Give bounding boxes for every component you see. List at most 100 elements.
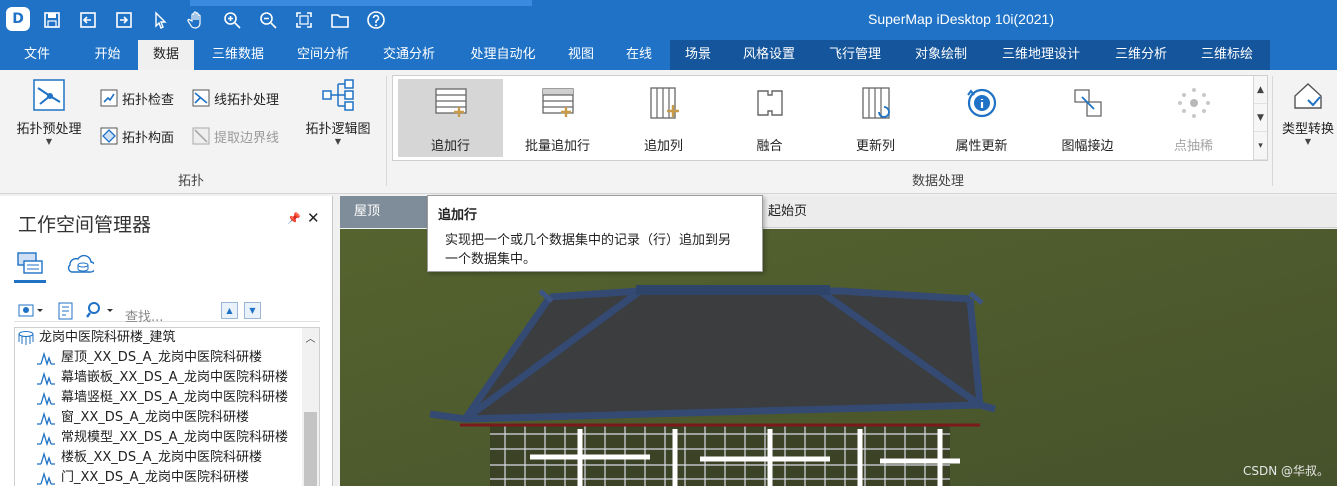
tab-spatial-analysis[interactable]: 空间分析 bbox=[284, 40, 362, 70]
panel-title: 工作空间管理器 bbox=[18, 214, 152, 236]
scroll-up-icon[interactable]: ︿ bbox=[302, 330, 319, 345]
update-column-icon bbox=[861, 87, 890, 119]
tree-root[interactable]: 龙岗中医院科研楼_建筑 bbox=[17, 328, 176, 348]
pan-hand-icon[interactable] bbox=[182, 6, 210, 34]
tab-file[interactable]: 文件 bbox=[8, 40, 66, 70]
menu-bar: 文件 开始 数据 三维数据 空间分析 交通分析 处理自动化 视图 在线 场景 风… bbox=[0, 40, 1337, 70]
topology-check-button[interactable]: 拓扑检查 bbox=[100, 87, 174, 109]
extract-boundary-button[interactable]: 提取边界线 bbox=[192, 125, 279, 147]
find-next-icon[interactable]: ▼ bbox=[244, 302, 261, 319]
title-bar: D SuperMap iDesktop 10i(2021) bbox=[0, 0, 1337, 40]
update-column-button[interactable]: 更新列 bbox=[823, 79, 928, 157]
data-processing-gallery: 追加行 批量追加行 追加列 融合 更新列 属性更新 图幅接边 点抽稀 ▲ ▼ ▾ bbox=[392, 75, 1268, 161]
tree-item[interactable]: 幕墙竖梃_XX_DS_A_龙岗中医院科研楼 bbox=[37, 388, 288, 408]
full-extent-icon[interactable] bbox=[290, 6, 318, 34]
model-dataset-icon bbox=[37, 431, 55, 446]
tooltip-line-2: 一个数据集中。 bbox=[445, 252, 537, 267]
help-icon[interactable] bbox=[362, 6, 390, 34]
tree-item[interactable]: 常规模型_XX_DS_A_龙岗中医院科研楼 bbox=[37, 428, 288, 448]
tab-object-drawing[interactable]: 对象绘制 bbox=[902, 40, 980, 70]
tooltip-line-1: 实现把一个或几个数据集中的记录（行）追加到另 bbox=[445, 233, 732, 248]
batch-append-row-button[interactable]: 批量追加行 bbox=[505, 79, 610, 157]
build-polygon-icon bbox=[100, 127, 118, 145]
group-label-data-processing: 数据处理 bbox=[912, 174, 965, 189]
tab-view[interactable]: 视图 bbox=[558, 40, 604, 70]
layer-view-icon[interactable] bbox=[18, 302, 44, 322]
topology-check-icon bbox=[100, 89, 118, 107]
tree-item[interactable]: 门_XX_DS_A_龙岗中医院科研楼 bbox=[37, 468, 249, 486]
logic-graph-icon bbox=[322, 79, 354, 111]
properties-icon[interactable] bbox=[57, 302, 75, 324]
tab-start-page[interactable]: 起始页 bbox=[754, 196, 821, 228]
gallery-expand-icon[interactable]: ▾ bbox=[1254, 132, 1267, 160]
scroll-thumb[interactable] bbox=[304, 412, 317, 486]
point-thinning-button[interactable]: 点抽稀 bbox=[1141, 79, 1246, 157]
tab-automation[interactable]: 处理自动化 bbox=[456, 40, 550, 70]
export-icon[interactable] bbox=[110, 6, 138, 34]
point-thinning-icon bbox=[1177, 88, 1210, 118]
pin-icon[interactable]: 📌 bbox=[287, 212, 301, 225]
open-folder-icon[interactable] bbox=[326, 6, 354, 34]
dissolve-icon bbox=[756, 90, 783, 116]
append-column-icon bbox=[649, 87, 679, 119]
append-row-icon bbox=[434, 88, 467, 117]
topology-preprocess-icon bbox=[33, 79, 65, 111]
tab-3d-data[interactable]: 三维数据 bbox=[200, 40, 276, 70]
tab-style-settings[interactable]: 风格设置 bbox=[730, 40, 808, 70]
dropdown-arrow-icon: ▼ bbox=[45, 137, 53, 146]
model-dataset-icon bbox=[37, 451, 55, 466]
append-row-button[interactable]: 追加行 bbox=[398, 79, 503, 157]
dissolve-button[interactable]: 融合 bbox=[717, 79, 822, 157]
model-dataset-icon bbox=[37, 371, 55, 386]
tab-3d-analysis[interactable]: 三维分析 bbox=[1102, 40, 1180, 70]
app-title: SuperMap iDesktop 10i(2021) bbox=[868, 11, 1054, 27]
workspace-manager-panel: 工作空间管理器 📌 ✕ 查找... ▲ ▼ 龙岗中医院科研楼_建筑 屋顶_XX_… bbox=[0, 196, 333, 486]
tree-scrollbar[interactable]: ︿ bbox=[302, 328, 319, 486]
append-row-tooltip: 追加行 实现把一个或几个数据集中的记录（行）追加到另 一个数据集中。 bbox=[427, 195, 763, 272]
database-tab-icon[interactable] bbox=[66, 251, 97, 281]
save-icon[interactable] bbox=[38, 6, 66, 34]
tree-item[interactable]: 屋顶_XX_DS_A_龙岗中医院科研楼 bbox=[37, 348, 262, 368]
tree-item[interactable]: 幕墙嵌板_XX_DS_A_龙岗中医院科研楼 bbox=[37, 368, 288, 388]
workspace-tab-icon[interactable] bbox=[16, 251, 44, 281]
tab-scene[interactable]: 场景 bbox=[674, 40, 722, 70]
gallery-up-icon[interactable]: ▲ bbox=[1254, 76, 1267, 104]
group-label-topology: 拓扑 bbox=[178, 174, 205, 189]
model-dataset-icon bbox=[37, 351, 55, 366]
tab-roof-scene[interactable]: 屋顶_XX_DS bbox=[340, 196, 436, 251]
import-icon[interactable] bbox=[74, 6, 102, 34]
zoom-in-icon[interactable] bbox=[218, 6, 246, 34]
tree-item[interactable]: 楼板_XX_DS_A_龙岗中医院科研楼 bbox=[37, 448, 262, 468]
active-tab-indicator bbox=[14, 280, 46, 283]
zoom-out-icon[interactable] bbox=[254, 6, 282, 34]
search-icon[interactable] bbox=[86, 301, 116, 323]
select-arrow-icon[interactable] bbox=[146, 6, 174, 34]
find-previous-icon[interactable]: ▲ bbox=[221, 302, 238, 319]
type-convert-icon bbox=[1294, 83, 1322, 109]
attribute-update-button[interactable]: 属性更新 bbox=[929, 79, 1034, 157]
extract-boundary-icon bbox=[192, 127, 210, 145]
tab-data[interactable]: 数据 bbox=[138, 40, 194, 70]
type-convert-button[interactable]: 类型转换 ▼ bbox=[1278, 78, 1337, 160]
tab-traffic-analysis[interactable]: 交通分析 bbox=[370, 40, 448, 70]
line-topology-icon bbox=[192, 89, 210, 107]
close-icon[interactable]: ✕ bbox=[307, 209, 320, 227]
tab-flight-management[interactable]: 飞行管理 bbox=[816, 40, 894, 70]
gallery-scrollbar[interactable]: ▲ ▼ ▾ bbox=[1253, 76, 1267, 160]
edge-match-button[interactable]: 图幅接边 bbox=[1035, 79, 1140, 157]
tab-online[interactable]: 在线 bbox=[614, 40, 664, 70]
line-topology-process-button[interactable]: 线拓扑处理 bbox=[192, 87, 279, 109]
group-separator bbox=[386, 76, 387, 186]
model-dataset-icon bbox=[37, 471, 55, 486]
topology-logic-graph-button[interactable]: 拓扑逻辑图 ▼ bbox=[300, 78, 376, 160]
tab-3d-geodesign[interactable]: 三维地理设计 bbox=[988, 40, 1094, 70]
topology-preprocess-button[interactable]: 拓扑预处理 ▼ bbox=[10, 78, 88, 160]
search-input[interactable]: 查找... bbox=[125, 306, 215, 325]
tree-item[interactable]: 窗_XX_DS_A_龙岗中医院科研楼 bbox=[37, 408, 249, 428]
tab-start[interactable]: 开始 bbox=[80, 40, 135, 70]
tab-3d-plotting[interactable]: 三维标绘 bbox=[1188, 40, 1266, 70]
gallery-down-icon[interactable]: ▼ bbox=[1254, 104, 1267, 132]
app-logo-icon[interactable]: D bbox=[6, 7, 30, 31]
append-column-button[interactable]: 追加列 bbox=[611, 79, 716, 157]
topology-build-polygon-button[interactable]: 拓扑构面 bbox=[100, 125, 174, 147]
